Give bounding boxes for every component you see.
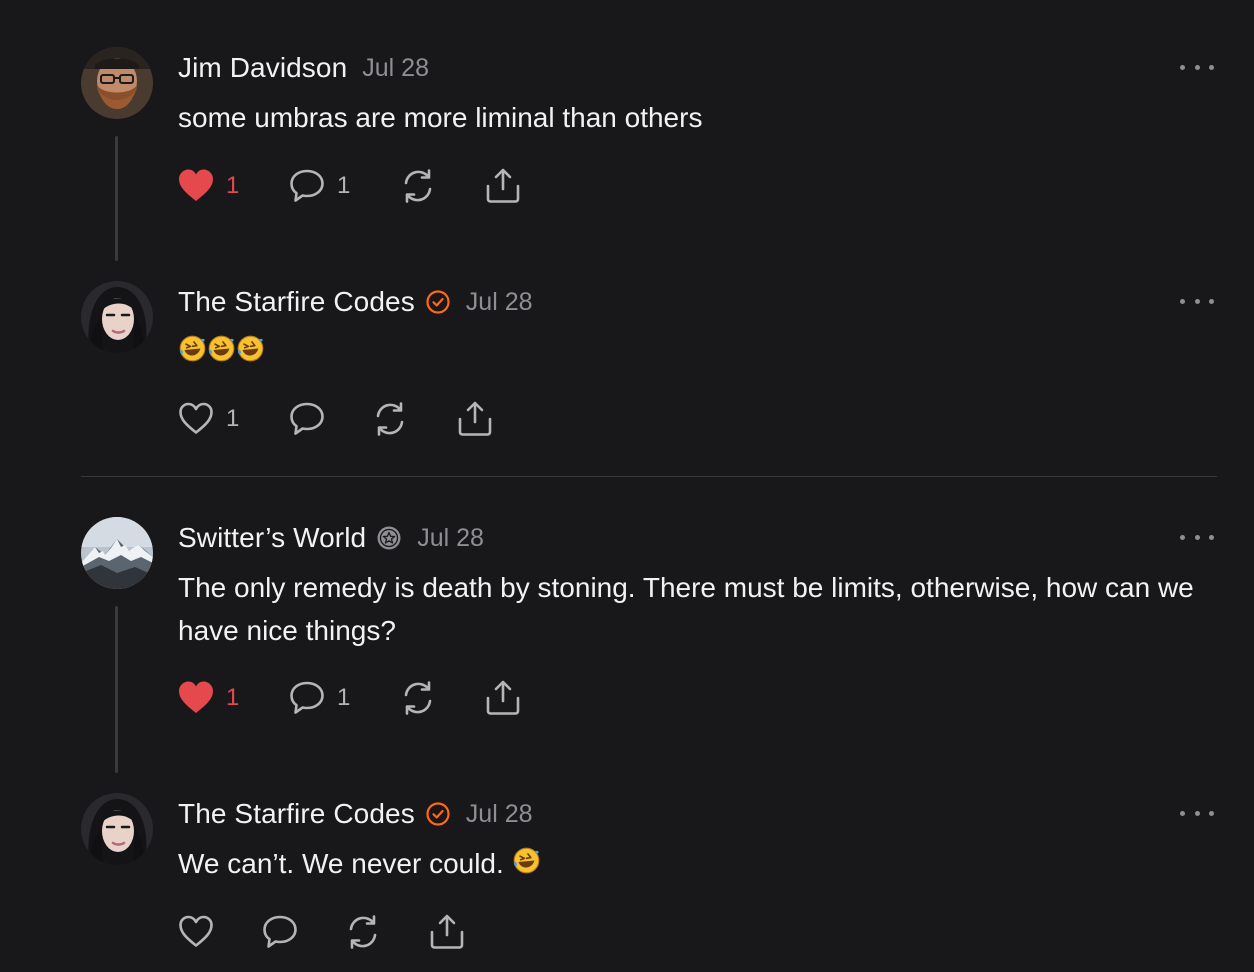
comment-text-main: We can’t. We never could.	[178, 848, 504, 879]
share-icon	[483, 678, 523, 718]
comment-text: The only remedy is death by stoning. The…	[178, 572, 1194, 646]
avatar[interactable]	[81, 47, 153, 119]
like-button[interactable]	[176, 912, 216, 952]
heart-icon	[176, 166, 216, 206]
restack-button[interactable]	[398, 166, 438, 206]
restack-icon	[398, 678, 438, 718]
comment-date[interactable]: Jul 28	[466, 288, 533, 317]
heart-icon	[176, 399, 216, 439]
avatar[interactable]	[81, 793, 153, 865]
restack-icon	[343, 912, 383, 952]
like-count: 1	[226, 684, 240, 711]
more-options-icon[interactable]	[1180, 294, 1214, 308]
comment-bubble-icon	[287, 678, 327, 718]
rolling-laughing-emoji	[236, 332, 265, 375]
thread-line	[115, 606, 118, 773]
more-options-icon[interactable]	[1180, 530, 1214, 544]
share-button[interactable]	[483, 166, 523, 206]
comment-date[interactable]: Jul 28	[417, 524, 484, 553]
comment-header: The Starfire Codes Jul 28	[178, 282, 533, 322]
comment-header: Switter’s World Jul 28	[178, 518, 484, 558]
comment-bubble-icon	[287, 166, 327, 206]
restack-button[interactable]	[370, 399, 410, 439]
share-button[interactable]	[427, 912, 467, 952]
comment-text: some umbras are more liminal than others	[178, 102, 703, 133]
comment-date[interactable]: Jul 28	[466, 800, 533, 829]
more-options-icon[interactable]	[1180, 60, 1214, 74]
star-badge-icon	[376, 525, 402, 551]
like-count: 1	[226, 172, 240, 199]
author-name[interactable]: The Starfire Codes	[178, 286, 415, 318]
comment-text	[178, 330, 1218, 375]
reply-count: 1	[337, 172, 351, 199]
comment-text: We can’t. We never could.	[178, 842, 1218, 887]
like-button[interactable]: 1	[176, 399, 239, 439]
author-name[interactable]: Switter’s World	[178, 522, 366, 554]
comments-feed: Jim Davidson Jul 28 some umbras are more…	[0, 0, 1254, 972]
reply-button[interactable]	[287, 399, 327, 439]
reply-count: 1	[337, 684, 351, 711]
restack-button[interactable]	[343, 912, 383, 952]
restack-button[interactable]	[398, 678, 438, 718]
more-options-icon[interactable]	[1180, 806, 1214, 820]
avatar[interactable]	[81, 517, 153, 589]
share-button[interactable]	[455, 399, 495, 439]
comment-bubble-icon	[260, 912, 300, 952]
rolling-laughing-emoji	[178, 332, 207, 375]
reply-button[interactable]: 1	[287, 166, 350, 206]
rolling-laughing-emoji	[512, 844, 541, 887]
share-button[interactable]	[483, 678, 523, 718]
like-button[interactable]: 1	[176, 678, 239, 718]
author-name[interactable]: The Starfire Codes	[178, 798, 415, 830]
heart-icon	[176, 912, 216, 952]
restack-icon	[370, 399, 410, 439]
share-icon	[427, 912, 467, 952]
avatar[interactable]	[81, 281, 153, 353]
verified-badge-icon	[425, 289, 451, 315]
author-name[interactable]: Jim Davidson	[178, 52, 347, 84]
thread-divider	[81, 476, 1217, 477]
comment-header: The Starfire Codes Jul 28	[178, 794, 533, 834]
heart-icon	[176, 678, 216, 718]
like-count: 1	[226, 405, 240, 432]
verified-badge-icon	[425, 801, 451, 827]
like-button[interactable]: 1	[176, 166, 239, 206]
restack-icon	[398, 166, 438, 206]
reply-button[interactable]: 1	[287, 678, 350, 718]
comment-header: Jim Davidson Jul 28	[178, 48, 429, 88]
thread-line	[115, 136, 118, 261]
share-icon	[483, 166, 523, 206]
reply-button[interactable]	[260, 912, 300, 952]
comment-bubble-icon	[287, 399, 327, 439]
comment-date[interactable]: Jul 28	[362, 54, 429, 83]
share-icon	[455, 399, 495, 439]
rolling-laughing-emoji	[207, 332, 236, 375]
